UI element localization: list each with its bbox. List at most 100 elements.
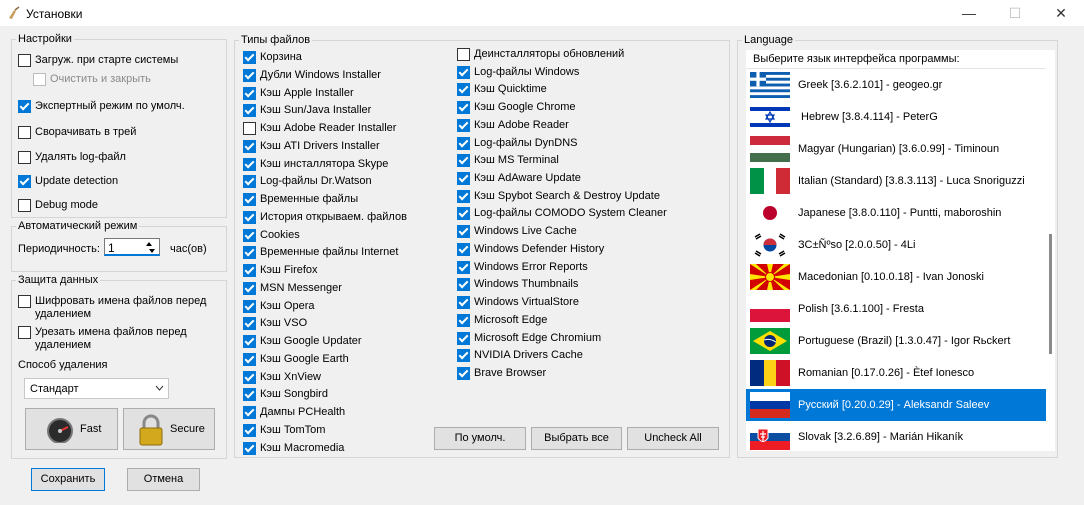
- setting-checkbox-3[interactable]: Сворачивать в трей: [18, 126, 136, 139]
- checkbox-icon[interactable]: [457, 296, 470, 310]
- checkbox-icon[interactable]: [457, 331, 470, 345]
- default-button[interactable]: По умолч.: [434, 427, 526, 450]
- checkbox-icon[interactable]: [457, 207, 470, 221]
- checkbox-icon[interactable]: [18, 326, 31, 339]
- filetype-checkbox[interactable]: Кэш Quicktime: [457, 83, 547, 97]
- filetype-checkbox[interactable]: MSN Messenger: [243, 281, 342, 295]
- filetype-checkbox[interactable]: NVIDIA Drivers Cache: [457, 349, 583, 363]
- checkbox-icon[interactable]: [457, 189, 470, 203]
- spinner-icon[interactable]: [143, 240, 157, 254]
- checkbox-icon[interactable]: [457, 225, 470, 239]
- checkbox-icon[interactable]: [457, 366, 470, 380]
- checkbox-icon[interactable]: [243, 157, 256, 171]
- language-item[interactable]: Portuguese (Brazil) [1.3.0.47] - Igor Rь…: [746, 325, 1046, 357]
- checkbox-icon[interactable]: [18, 54, 31, 67]
- filetype-checkbox[interactable]: Log-файлы COMODO System Cleaner: [457, 207, 667, 221]
- filetype-checkbox[interactable]: Windows Thumbnails: [457, 278, 578, 292]
- language-item[interactable]: ЗС±Ñºso [2.0.0.50] - 4Li: [746, 229, 1046, 261]
- filetype-checkbox[interactable]: Деинсталляторы обновлений: [457, 48, 624, 61]
- filetype-checkbox[interactable]: Кэш Opera: [243, 299, 314, 313]
- filetype-checkbox[interactable]: Кэш Google Earth: [243, 352, 349, 366]
- setting-checkbox-5[interactable]: Update detection: [18, 175, 118, 188]
- filetype-checkbox[interactable]: Windows Defender History: [457, 242, 604, 256]
- filetype-checkbox[interactable]: Кэш Google Chrome: [457, 101, 576, 115]
- setting-checkbox-6[interactable]: Debug mode: [18, 199, 98, 212]
- filetype-checkbox[interactable]: Дубли Windows Installer: [243, 68, 381, 82]
- language-item[interactable]: Japanese [3.8.0.110] - Puntti, maboroshi…: [746, 197, 1046, 229]
- filetype-checkbox[interactable]: Кэш MS Terminal: [457, 154, 559, 168]
- checkbox-icon[interactable]: [457, 101, 470, 115]
- checkbox-icon[interactable]: [243, 317, 256, 331]
- filetype-checkbox[interactable]: Кэш Firefox: [243, 264, 318, 278]
- filetype-checkbox[interactable]: Кэш Macromedia: [243, 441, 344, 455]
- close-button[interactable]: ✕: [1038, 0, 1084, 26]
- checkbox-icon[interactable]: [243, 104, 256, 118]
- checkbox-icon[interactable]: [457, 65, 470, 79]
- filetype-checkbox[interactable]: Временные файлы: [243, 193, 358, 207]
- filetype-checkbox[interactable]: Кэш Spybot Search & Destroy Update: [457, 189, 660, 203]
- filetype-checkbox[interactable]: Кэш Sun/Java Installer: [243, 104, 371, 118]
- filetype-checkbox[interactable]: Кэш XnView: [243, 370, 321, 384]
- checkbox-icon[interactable]: [243, 264, 256, 278]
- minimize-button[interactable]: —: [946, 0, 992, 26]
- filetype-checkbox[interactable]: Brave Browser: [457, 366, 546, 380]
- checkbox-icon[interactable]: [243, 299, 256, 313]
- checkbox-icon[interactable]: [243, 423, 256, 437]
- checkbox-icon[interactable]: [457, 136, 470, 150]
- filetype-checkbox[interactable]: Дампы PCHealth: [243, 406, 345, 420]
- maximize-button[interactable]: ☐: [992, 0, 1038, 26]
- language-list[interactable]: Greek [3.6.2.101] - geogeo.gr Hebrew [3.8…: [746, 69, 1046, 451]
- filetype-checkbox[interactable]: Временные файлы Internet: [243, 246, 398, 260]
- checkbox-icon[interactable]: [18, 295, 31, 308]
- delete-method-select[interactable]: Стандарт: [24, 378, 169, 399]
- checkbox-icon[interactable]: [243, 352, 256, 366]
- filetype-checkbox[interactable]: Log-файлы DynDNS: [457, 136, 578, 150]
- filetype-checkbox[interactable]: Кэш Apple Installer: [243, 86, 354, 100]
- scrollbar-thumb[interactable]: [1049, 234, 1052, 354]
- filetype-checkbox[interactable]: Log-файлы Dr.Watson: [243, 175, 372, 189]
- checkbox-icon[interactable]: [33, 73, 46, 86]
- language-item[interactable]: Polish [3.6.1.100] - Fresta: [746, 293, 1046, 325]
- checkbox-icon[interactable]: [243, 139, 256, 153]
- filetype-checkbox[interactable]: Кэш инсталлятора Skype: [243, 157, 388, 171]
- checkbox-icon[interactable]: [243, 441, 256, 455]
- secure-button[interactable]: Secure: [123, 408, 215, 450]
- uncheck-all-button[interactable]: Uncheck All: [627, 427, 719, 450]
- setting-checkbox-0[interactable]: Загруж. при старте системы: [18, 54, 178, 67]
- filetype-checkbox[interactable]: Log-файлы Windows: [457, 65, 579, 79]
- setting-checkbox-1[interactable]: Очистить и закрыть: [33, 73, 151, 86]
- filetype-checkbox[interactable]: Microsoft Edge: [457, 313, 547, 327]
- filetype-checkbox[interactable]: Кэш TomTom: [243, 423, 325, 437]
- language-item[interactable]: Slovak [3.2.6.89] - Marián Hikaník: [746, 421, 1046, 451]
- checkbox-icon[interactable]: [18, 126, 31, 139]
- select-all-button[interactable]: Выбрать все: [531, 427, 622, 450]
- filetype-checkbox[interactable]: Корзина: [243, 51, 302, 64]
- filetype-checkbox[interactable]: Кэш VSO: [243, 317, 307, 331]
- checkbox-icon[interactable]: [243, 246, 256, 260]
- checkbox-icon[interactable]: [457, 172, 470, 186]
- period-input[interactable]: 1: [104, 238, 160, 256]
- setting-checkbox-4[interactable]: Удалять log-файл: [18, 151, 126, 164]
- filetype-checkbox[interactable]: Кэш AdAware Update: [457, 172, 581, 186]
- cancel-button[interactable]: Отмена: [127, 468, 200, 491]
- checkbox-icon[interactable]: [243, 406, 256, 420]
- setting-checkbox-2[interactable]: Экспертный режим по умолч.: [18, 100, 185, 113]
- checkbox-icon[interactable]: [243, 175, 256, 189]
- language-item[interactable]: Русский [0.20.0.29] - Aleksandr Saleev: [746, 389, 1046, 421]
- language-item[interactable]: Macedonian [0.10.0.18] - Ivan Jonoski: [746, 261, 1046, 293]
- filetype-checkbox[interactable]: Кэш Adobe Reader: [457, 118, 569, 132]
- checkbox-icon[interactable]: [243, 335, 256, 349]
- language-item[interactable]: Greek [3.6.2.101] - geogeo.gr: [746, 69, 1046, 101]
- checkbox-icon[interactable]: [243, 210, 256, 224]
- filetype-checkbox[interactable]: Кэш Songbird: [243, 388, 328, 402]
- language-item[interactable]: Italian (Standard) [3.8.3.113] - Luca Sn…: [746, 165, 1046, 197]
- checkbox-icon[interactable]: [243, 122, 256, 136]
- checkbox-icon[interactable]: [18, 199, 31, 212]
- checkbox-icon[interactable]: [457, 242, 470, 256]
- language-item[interactable]: Hebrew [3.8.4.114] - PeterG: [746, 101, 1046, 133]
- language-item[interactable]: Romanian [0.17.0.26] - Ètef Ionesco: [746, 357, 1046, 389]
- checkbox-icon[interactable]: [243, 228, 256, 242]
- checkbox-icon[interactable]: [457, 83, 470, 97]
- protect-checkbox-0[interactable]: Шифровать имена файлов перед удалением: [18, 295, 213, 321]
- checkbox-icon[interactable]: [18, 175, 31, 188]
